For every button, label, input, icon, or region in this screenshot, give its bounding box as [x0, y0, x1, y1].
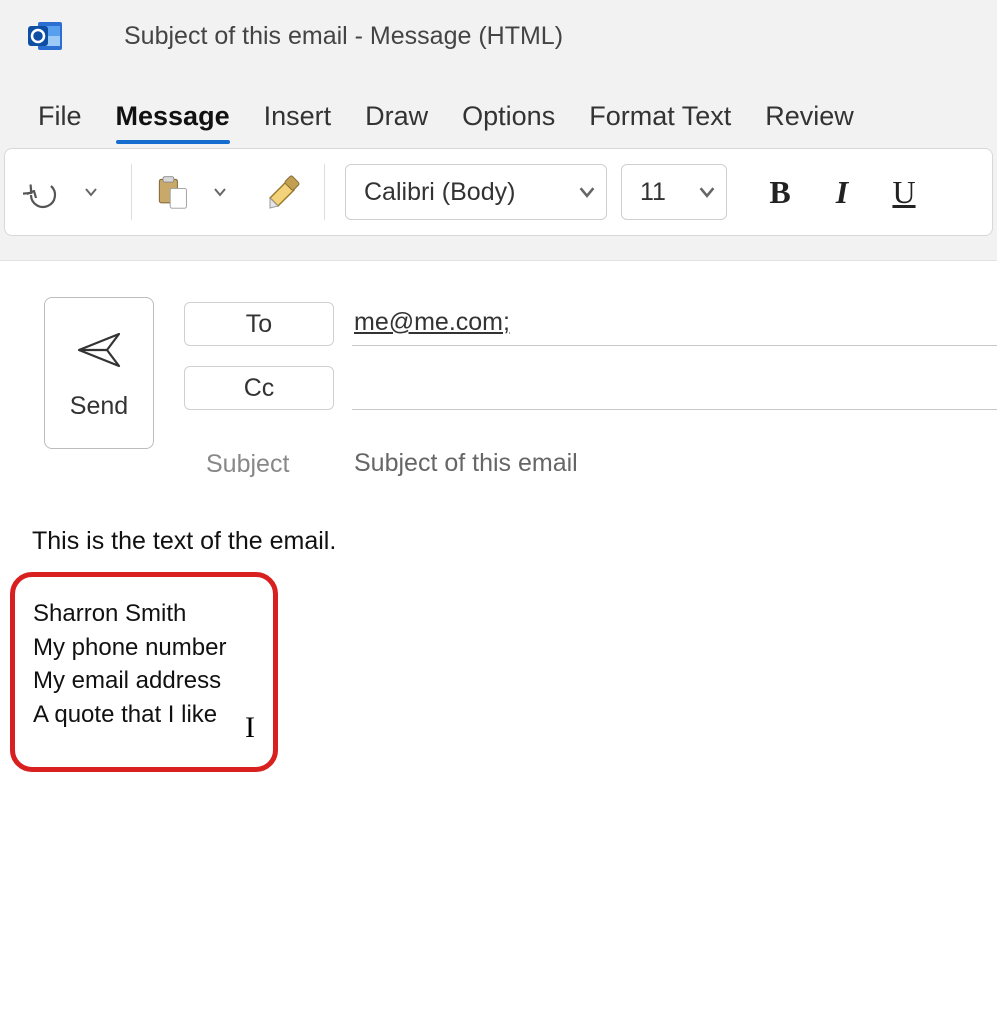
to-button[interactable]: To — [184, 302, 334, 346]
undo-dropdown[interactable] — [71, 164, 111, 220]
send-button-label: Send — [70, 392, 128, 421]
ribbon-toolbar: Calibri (Body) 11 B I U — [4, 148, 993, 236]
body-text-line: This is the text of the email. — [32, 527, 965, 556]
paste-dropdown[interactable] — [200, 164, 240, 220]
bold-button[interactable]: B — [755, 164, 805, 220]
format-painter-button[interactable] — [260, 164, 304, 220]
signature-highlight-box: Sharron Smith My phone number My email a… — [10, 572, 278, 772]
send-button[interactable]: Send — [44, 297, 154, 449]
font-name-label: Calibri (Body) — [364, 178, 515, 207]
window-title: Subject of this email - Message (HTML) — [124, 22, 563, 51]
outlook-icon — [28, 18, 64, 54]
tab-options[interactable]: Options — [462, 101, 555, 142]
tab-format-text[interactable]: Format Text — [589, 101, 731, 142]
tab-draw[interactable]: Draw — [365, 101, 428, 142]
signature-line: Sharron Smith — [33, 597, 255, 631]
signature-line: My email address — [33, 664, 255, 698]
cc-field[interactable] — [352, 366, 997, 410]
chevron-down-icon — [578, 183, 596, 201]
underline-button[interactable]: U — [879, 164, 929, 220]
signature-line: My phone number — [33, 631, 255, 665]
toolbar-separator — [131, 164, 132, 220]
undo-button[interactable] — [23, 164, 63, 220]
window-titlebar: Subject of this email - Message (HTML) — [0, 0, 997, 72]
font-size-label: 11 — [640, 178, 666, 207]
send-icon — [75, 326, 123, 374]
text-cursor-icon: I — [245, 707, 255, 749]
tab-insert[interactable]: Insert — [264, 101, 332, 142]
to-field[interactable] — [352, 302, 997, 346]
addressing-area: Send To Cc Subject — [0, 261, 997, 491]
font-name-combo[interactable]: Calibri (Body) — [345, 164, 607, 220]
paste-button[interactable] — [152, 164, 192, 220]
toolbar-separator — [324, 164, 325, 220]
tab-message[interactable]: Message — [116, 101, 230, 142]
ribbon-tabs: File Message Insert Draw Options Format … — [0, 72, 997, 142]
font-size-combo[interactable]: 11 — [621, 164, 727, 220]
compose-panel: Send To Cc Subject This is the text of t… — [0, 260, 997, 1024]
subject-field[interactable] — [352, 443, 997, 486]
signature-line: A quote that I like — [33, 698, 255, 732]
tab-review[interactable]: Review — [765, 101, 854, 142]
chevron-down-icon — [698, 183, 716, 201]
email-body[interactable]: This is the text of the email. Sharron S… — [0, 491, 997, 772]
tab-file[interactable]: File — [38, 101, 82, 142]
cc-button[interactable]: Cc — [184, 366, 334, 410]
italic-button[interactable]: I — [817, 164, 867, 220]
subject-label: Subject — [184, 450, 334, 479]
